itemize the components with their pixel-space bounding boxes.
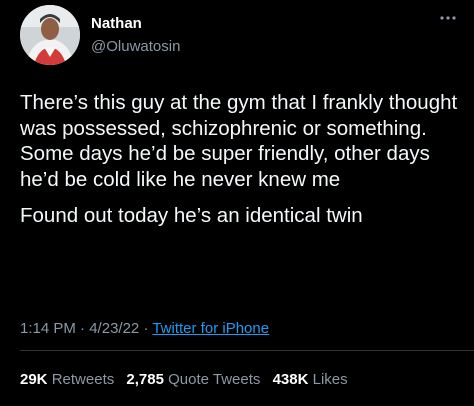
user-handle[interactable]: @Oluwatosin [91,38,180,55]
display-name[interactable]: Nathan [91,15,142,32]
quote-tweets-label: Quote Tweets [168,371,261,388]
tweet-stats: 29K Retweets 2,785 Quote Tweets 438K Lik… [20,371,356,388]
retweets-label: Retweets [51,371,115,388]
tweet-paragraph: Found out today he’s an identical twin [20,204,363,227]
meta-separator: · [143,320,149,337]
avatar-image [20,5,80,65]
likes-stat[interactable]: 438K Likes [273,371,348,388]
tweet-text: There’s this guy at the gym that I frank… [20,90,460,229]
divider [20,350,474,351]
tweet-source-link[interactable]: Twitter for iPhone [152,320,269,337]
quote-tweets-count: 2,785 [126,371,164,388]
more-horizontal-icon[interactable] [436,10,460,26]
retweets-stat[interactable]: 29K Retweets [20,371,118,388]
likes-label: Likes [312,371,348,388]
likes-count: 438K [272,371,309,388]
tweet-meta: 1:14 PM · 4/23/22 · Twitter for iPhone [20,320,269,337]
retweets-count: 29K [20,371,48,388]
meta-separator: · [80,320,86,337]
tweet-paragraph: There’s this guy at the gym that I frank… [20,91,458,191]
tweet-time[interactable]: 1:14 PM [20,320,76,337]
tweet-date[interactable]: 4/23/22 [89,320,139,337]
quote-tweets-stat[interactable]: 2,785 Quote Tweets [126,371,264,388]
tweet-card: Nathan @Oluwatosin There’s this guy at t… [0,0,474,406]
avatar[interactable] [20,5,80,65]
